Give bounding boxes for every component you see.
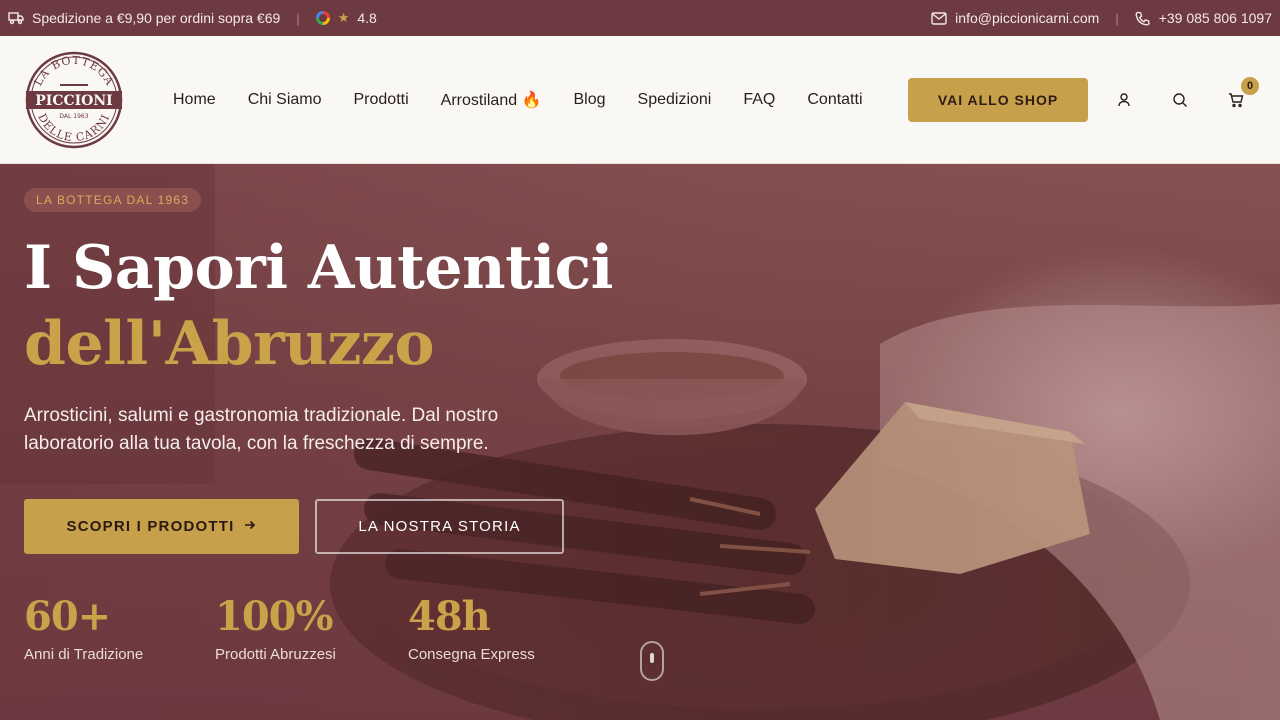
divider: | — [1115, 10, 1119, 26]
discover-products-button[interactable]: SCOPRI I PRODOTTI — [24, 499, 299, 554]
stat-value: 60+ — [24, 593, 111, 640]
stat-years: 60+ Anni di Tradizione — [24, 593, 144, 664]
cart-icon[interactable] — [1228, 92, 1244, 108]
stat-delivery: 48h Consegna Express — [408, 593, 535, 664]
stat-label: Consegna Express — [408, 646, 535, 663]
hero-section: LA BOTTEGA DAL 1963 I Sapori Autentici d… — [0, 164, 1280, 720]
stat-label: Anni di Tradizione — [24, 646, 144, 663]
stat-value: 100% — [215, 593, 334, 640]
nav-faq[interactable]: FAQ — [743, 91, 775, 109]
shipping-text: Spedizione a €9,90 per ordini sopra €69 — [32, 10, 281, 26]
phone-link[interactable]: +39 085 806 1097 — [1135, 10, 1272, 26]
arrow-right-icon — [244, 518, 256, 535]
logo-name: PICCIONI — [35, 93, 112, 109]
rating-value: 4.8 — [357, 10, 377, 26]
star-icon: ★ — [337, 10, 350, 25]
main-nav: Home Chi Siamo Prodotti Arrostiland 🔥 Bl… — [173, 36, 895, 164]
stat-label: Prodotti Abruzzesi — [215, 646, 336, 663]
discover-products-label: SCOPRI I PRODOTTI — [66, 518, 235, 535]
stat-products: 100% Prodotti Abruzzesi — [215, 593, 336, 664]
nav-home[interactable]: Home — [173, 91, 216, 109]
shipping-info: Spedizione a €9,90 per ordini sopra €69 — [8, 10, 280, 26]
search-icon[interactable] — [1172, 92, 1188, 108]
site-header: LA BOTTEGA DELLE CARNI PICCIONI DAL 1963… — [0, 36, 1280, 164]
divider: | — [296, 10, 300, 26]
google-icon — [315, 11, 330, 25]
stat-value: 48h — [408, 593, 491, 640]
brand-logo[interactable]: LA BOTTEGA DELLE CARNI PICCIONI DAL 1963 — [24, 51, 124, 149]
top-bar-right: info@piccionicarni.com | +39 085 806 109… — [931, 0, 1272, 36]
cart-count-badge: 0 — [1241, 77, 1259, 95]
google-rating[interactable]: ★ 4.8 — [315, 10, 377, 26]
hero-title-line1: I Sapori Autentici — [24, 233, 613, 303]
phone-icon — [1135, 10, 1151, 26]
hero-title-line2: dell'Abruzzo — [24, 309, 435, 379]
hero-subtitle: Arrosticini, salumi e gastronomia tradiz… — [24, 405, 499, 454]
logo-since: DAL 1963 — [59, 113, 88, 120]
top-bar: Spedizione a €9,90 per ordini sopra €69 … — [0, 0, 1280, 36]
nav-prodotti[interactable]: Prodotti — [354, 91, 409, 109]
mail-icon — [931, 10, 947, 26]
truck-icon — [8, 10, 24, 26]
shop-button[interactable]: VAI ALLO SHOP — [908, 78, 1088, 122]
nav-blog[interactable]: Blog — [573, 91, 605, 109]
nav-arrostiland[interactable]: Arrostiland 🔥 — [441, 90, 542, 110]
user-icon[interactable] — [1116, 92, 1132, 108]
since-badge: LA BOTTEGA DAL 1963 — [24, 188, 202, 212]
nav-spedizioni[interactable]: Spedizioni — [638, 91, 712, 109]
scroll-indicator-icon[interactable] — [640, 641, 664, 681]
nav-chi-siamo[interactable]: Chi Siamo — [248, 91, 322, 109]
nav-contatti[interactable]: Contatti — [807, 91, 862, 109]
email-link[interactable]: info@piccionicarni.com — [931, 10, 1099, 26]
phone-text: +39 085 806 1097 — [1158, 10, 1272, 26]
our-story-button[interactable]: LA NOSTRA STORIA — [315, 499, 564, 554]
top-bar-left: Spedizione a €9,90 per ordini sopra €69 … — [8, 0, 377, 36]
email-text: info@piccionicarni.com — [955, 10, 1100, 26]
